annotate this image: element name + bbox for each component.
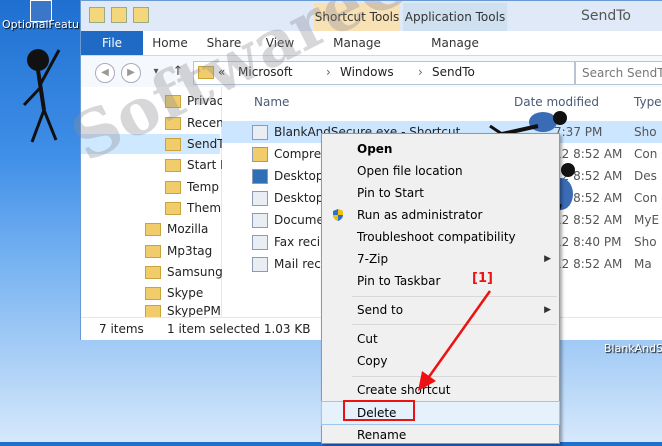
nav-item[interactable]: Temp: [165, 177, 219, 197]
zip-folder-icon: [252, 147, 268, 162]
submenu-arrow-icon: ▶: [544, 254, 551, 264]
documents-icon: [252, 213, 268, 228]
file-icon: [252, 191, 268, 206]
breadcrumb-separator: ›: [326, 65, 331, 79]
folder-icon: [145, 245, 161, 258]
annotation-marker: [1]: [472, 271, 493, 286]
folder-icon: [165, 138, 181, 151]
menu-item-open-file-location[interactable]: Open file location: [322, 160, 559, 182]
nav-item[interactable]: Skype: [145, 283, 203, 303]
submenu-arrow-icon: ▶: [544, 305, 551, 315]
nav-item[interactable]: Mozilla: [145, 219, 208, 239]
nav-item[interactable]: Them: [165, 198, 221, 218]
desktop-shortcut-label-bottom: BlankAndSe: [604, 342, 662, 355]
menu-item-run-as-administrator[interactable]: Run as administrator: [322, 204, 559, 226]
menu-item-7zip[interactable]: 7-Zip ▶: [322, 248, 559, 270]
menu-item-open[interactable]: Open: [322, 138, 559, 160]
mail-icon: [252, 257, 268, 272]
folder-icon: [165, 181, 181, 194]
folder-icon[interactable]: [89, 7, 105, 23]
folder-icon: [165, 159, 181, 172]
menu-item-pin-to-start[interactable]: Pin to Start: [322, 182, 559, 204]
nav-item[interactable]: Samsung: [145, 262, 223, 282]
stick-figure-icon: [22, 49, 61, 143]
desktop-icon: [252, 169, 268, 184]
tab-manage-application[interactable]: Manage: [423, 31, 487, 55]
breadcrumb-windows[interactable]: Windows: [340, 65, 394, 79]
annotation-arrow-icon: [418, 290, 492, 391]
nav-item[interactable]: Mp3tag: [145, 241, 212, 261]
folder-icon: [145, 287, 161, 300]
folder-icon: [145, 266, 161, 279]
item-count: 7 items: [99, 322, 144, 336]
properties-icon[interactable]: [111, 7, 127, 23]
shortcut-file-icon: [252, 125, 268, 140]
fax-icon: [252, 235, 268, 250]
folder-icon: [165, 202, 181, 215]
uac-shield-icon: [333, 209, 343, 221]
breadcrumb-separator: ›: [418, 65, 423, 79]
menu-item-rename[interactable]: Rename: [322, 424, 559, 446]
new-folder-icon[interactable]: [133, 7, 149, 23]
folder-icon: [145, 223, 161, 236]
selection-info: 1 item selected 1.03 KB: [167, 322, 311, 336]
menu-item-troubleshoot-compatibility[interactable]: Troubleshoot compatibility: [322, 226, 559, 248]
nav-item[interactable]: Start M: [165, 155, 230, 175]
window-title: SendTo: [581, 8, 631, 24]
column-header-type[interactable]: Type: [634, 95, 662, 109]
search-input[interactable]: Search SendTo: [575, 61, 662, 85]
column-header-name[interactable]: Name: [254, 95, 289, 109]
delete-highlight-box: [343, 400, 415, 421]
quick-access-toolbar: [89, 7, 179, 25]
breadcrumb-sendto[interactable]: SendTo: [432, 65, 475, 79]
tab-file[interactable]: File: [81, 31, 143, 55]
back-button[interactable]: ◀: [95, 63, 115, 83]
